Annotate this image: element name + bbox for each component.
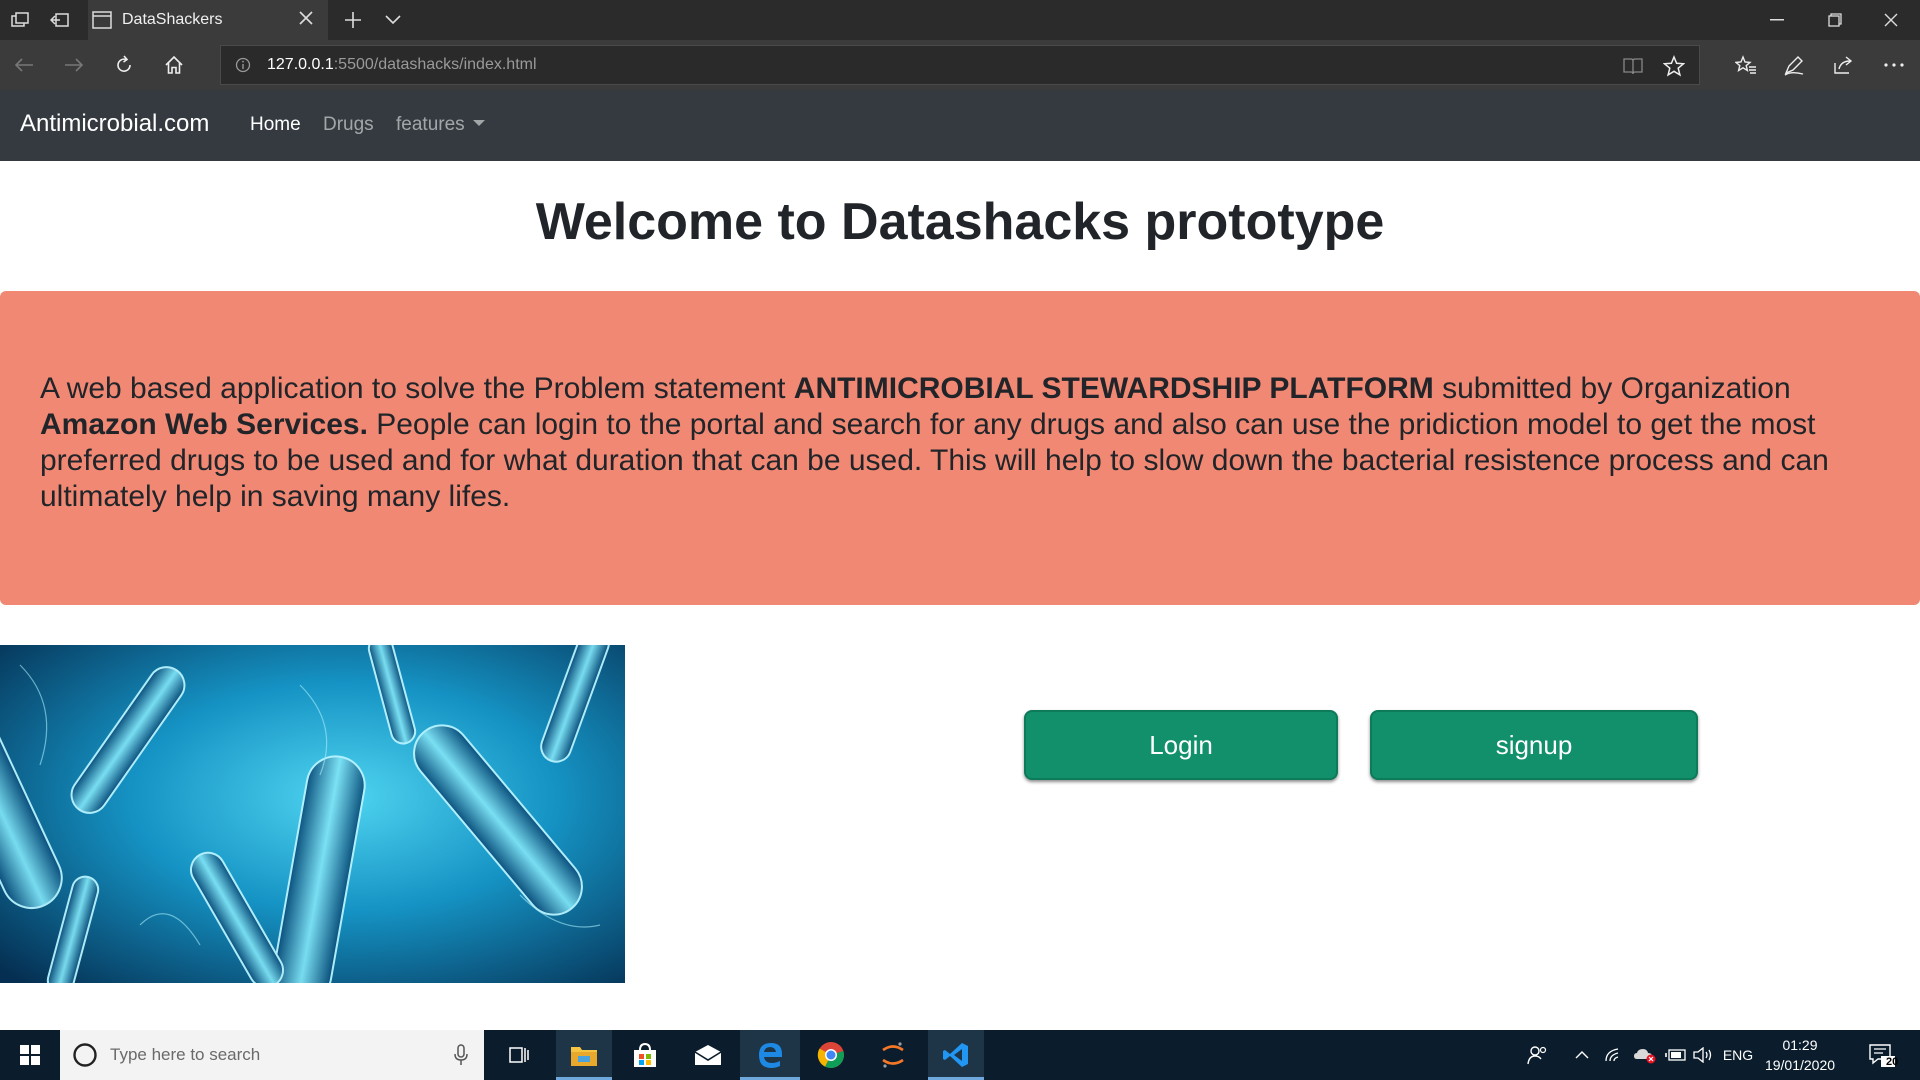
taskbar-search-box[interactable]: Type here to search (60, 1030, 484, 1080)
forward-icon[interactable] (54, 45, 94, 85)
refresh-icon[interactable] (104, 45, 144, 85)
notification-count: 20 (1886, 1056, 1899, 1068)
file-explorer-icon[interactable] (556, 1030, 612, 1080)
jumbotron-text: A web based application to solve the Pro… (40, 371, 1880, 515)
description-part-2: submitted by Organization (1433, 372, 1791, 405)
new-tab-icon[interactable] (333, 0, 373, 40)
taskbar-clock[interactable]: 01:29 19/01/2020 (1760, 1035, 1840, 1075)
restore-icon[interactable] (1806, 0, 1864, 40)
pen-icon[interactable] (1774, 45, 1814, 85)
store-icon[interactable] (617, 1030, 673, 1080)
edge-icon[interactable] (740, 1030, 800, 1080)
nav-drugs[interactable]: Drugs (323, 114, 374, 136)
url-path: :5500/datashacks/index.html (333, 56, 537, 73)
tab-datashackers[interactable]: DataShackers (88, 0, 328, 40)
windows-start-icon[interactable] (0, 1030, 60, 1080)
action-center-icon[interactable]: 20 (1862, 1030, 1902, 1080)
microphone-icon[interactable] (454, 1044, 468, 1070)
language-indicator[interactable]: ENG (1718, 1030, 1758, 1080)
jumbotron: A web based application to solve the Pro… (0, 291, 1920, 605)
browser-titlebar: DataShackers (0, 0, 1920, 40)
people-icon[interactable] (1518, 1030, 1558, 1080)
mail-icon[interactable] (680, 1030, 736, 1080)
tab-set-aside-icon[interactable] (0, 0, 40, 40)
signup-button[interactable]: signup (1370, 710, 1698, 780)
chrome-icon[interactable] (803, 1030, 859, 1080)
page-icon (92, 11, 112, 33)
cortana-icon (72, 1042, 98, 1072)
tab-title: DataShackers (122, 11, 223, 28)
clock-time: 01:29 (1782, 1037, 1818, 1053)
url-text[interactable]: 127.0.0.1:5500/datashacks/index.html (267, 56, 537, 74)
jupyter-icon[interactable] (865, 1030, 921, 1080)
windows-taskbar: Type here to search ENG 01:29 19/01/2020… (0, 1030, 1920, 1080)
onedrive-error-icon[interactable] (1630, 1030, 1660, 1080)
nav-features-label: features (396, 114, 465, 135)
url-host: 127.0.0.1 (267, 56, 334, 73)
nav-home[interactable]: Home (250, 114, 301, 136)
bacteria-image (0, 645, 625, 983)
volume-icon[interactable] (1690, 1030, 1718, 1080)
share-icon[interactable] (1824, 45, 1864, 85)
vscode-icon[interactable] (928, 1030, 984, 1080)
nav-features-dropdown[interactable]: features (396, 114, 485, 136)
problem-statement: ANTIMICROBIAL STEWARDSHIP PLATFORM (793, 372, 1434, 405)
brand-link[interactable]: Antimicrobial.com (20, 110, 209, 138)
tabs-aside-icon[interactable] (40, 0, 80, 40)
battery-icon[interactable] (1662, 1030, 1690, 1080)
browser-toolbar: 127.0.0.1:5500/datashacks/index.html (0, 40, 1920, 90)
close-tab-icon[interactable] (298, 10, 314, 30)
favorite-star-icon[interactable] (1662, 55, 1686, 81)
home-icon[interactable] (154, 45, 194, 85)
address-bar[interactable]: 127.0.0.1:5500/datashacks/index.html (220, 45, 1700, 85)
site-info-icon[interactable] (235, 57, 251, 77)
back-icon[interactable] (4, 45, 44, 85)
clock-date: 19/01/2020 (1764, 1057, 1836, 1073)
chevron-up-icon[interactable] (1568, 1030, 1596, 1080)
wifi-icon[interactable] (1600, 1030, 1628, 1080)
description-part-1: A web based application to solve the Pro… (40, 372, 794, 405)
minimize-icon[interactable] (1748, 0, 1806, 40)
language-label: ENG (1722, 1047, 1754, 1063)
login-button[interactable]: Login (1024, 710, 1338, 780)
favorites-hub-icon[interactable] (1726, 45, 1766, 85)
reading-view-icon[interactable] (1623, 57, 1643, 79)
page-title: Welcome to Datashacks prototype (535, 193, 1385, 251)
task-view-icon[interactable] (494, 1030, 544, 1080)
caret-down-icon (472, 120, 485, 126)
taskbar-search-placeholder: Type here to search (110, 1045, 261, 1064)
close-window-icon[interactable] (1862, 0, 1920, 40)
site-navbar: Antimicrobial.com Home Drugs features (0, 90, 1920, 161)
chevron-down-icon[interactable] (373, 0, 413, 40)
more-options-icon[interactable] (1874, 45, 1914, 85)
organization-name: Amazon Web Services. (40, 408, 368, 441)
